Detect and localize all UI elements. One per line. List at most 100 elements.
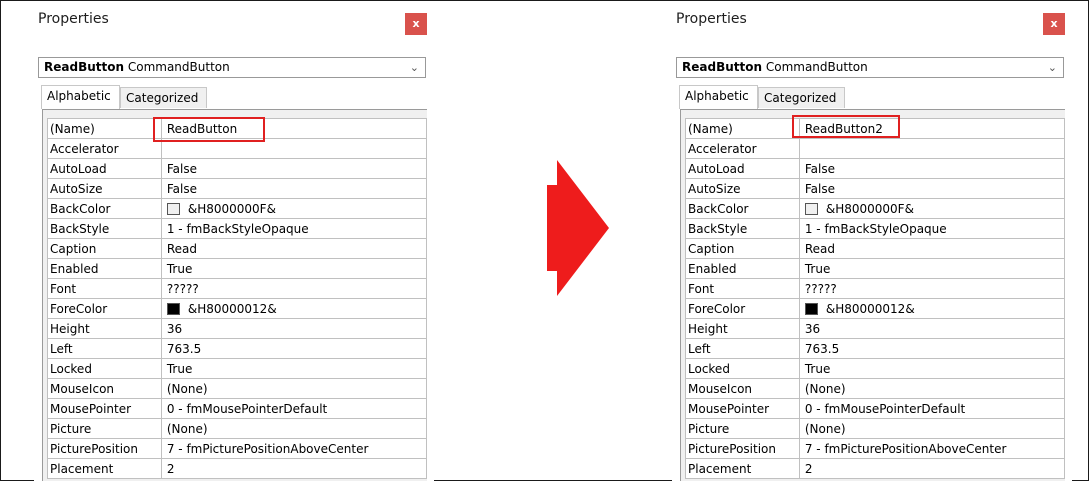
close-button[interactable]: x xyxy=(405,13,427,35)
property-row[interactable]: Locked True xyxy=(685,358,1066,379)
property-name[interactable]: Height xyxy=(47,318,162,339)
property-value[interactable]: 2 xyxy=(798,458,1066,479)
property-name[interactable]: (Name) xyxy=(685,118,800,139)
property-name[interactable]: AutoLoad xyxy=(47,158,162,179)
property-value[interactable]: 1 - fmBackStyleOpaque xyxy=(798,218,1066,239)
object-selector[interactable]: ReadButton CommandButton ⌄ xyxy=(676,57,1064,78)
property-value[interactable]: 36 xyxy=(160,318,428,339)
property-name[interactable]: BackStyle xyxy=(47,218,162,239)
property-value[interactable]: 2 xyxy=(160,458,428,479)
property-row[interactable]: Enabled True xyxy=(685,258,1066,279)
property-value[interactable]: (None) xyxy=(160,378,428,399)
property-value[interactable]: True xyxy=(160,258,428,279)
tab-alphabetic[interactable]: Alphabetic xyxy=(41,85,120,109)
property-value[interactable]: 1 - fmBackStyleOpaque xyxy=(160,218,428,239)
property-value[interactable]: True xyxy=(798,358,1066,379)
object-selector[interactable]: ReadButton CommandButton ⌄ xyxy=(38,57,426,78)
property-row[interactable]: Left 763.5 xyxy=(685,338,1066,359)
property-name[interactable]: BackStyle xyxy=(685,218,800,239)
property-value[interactable]: 7 - fmPicturePositionAboveCenter xyxy=(798,438,1066,459)
property-value[interactable]: True xyxy=(160,358,428,379)
close-button[interactable]: x xyxy=(1043,13,1065,35)
property-name[interactable]: ForeColor xyxy=(685,298,800,319)
property-row[interactable]: BackStyle 1 - fmBackStyleOpaque xyxy=(685,218,1066,239)
property-name[interactable]: BackColor xyxy=(47,198,162,219)
property-row[interactable]: ForeColor &H80000012& xyxy=(47,298,428,319)
property-name[interactable]: MousePointer xyxy=(685,398,800,419)
property-row[interactable]: Picture (None) xyxy=(47,418,428,439)
property-name[interactable]: MouseIcon xyxy=(47,378,162,399)
property-value[interactable]: &H80000012& xyxy=(798,298,1066,319)
property-row[interactable]: Height 36 xyxy=(685,318,1066,339)
property-name[interactable]: AutoSize xyxy=(47,178,162,199)
property-value[interactable] xyxy=(798,138,1066,159)
property-row[interactable]: MouseIcon (None) xyxy=(47,378,428,399)
property-value[interactable]: (None) xyxy=(798,418,1066,439)
property-value[interactable]: &H8000000F& xyxy=(160,198,428,219)
property-value[interactable]: False xyxy=(798,158,1066,179)
property-name[interactable]: Height xyxy=(685,318,800,339)
property-name[interactable]: PicturePosition xyxy=(685,438,800,459)
property-row[interactable]: BackColor &H8000000F& xyxy=(685,198,1066,219)
property-value[interactable]: 36 xyxy=(798,318,1066,339)
chevron-down-icon[interactable]: ⌄ xyxy=(410,58,419,77)
property-value[interactable]: 763.5 xyxy=(798,338,1066,359)
property-value[interactable]: 763.5 xyxy=(160,338,428,359)
property-name[interactable]: (Name) xyxy=(47,118,162,139)
property-name[interactable]: Left xyxy=(47,338,162,359)
property-name[interactable]: Font xyxy=(47,278,162,299)
property-row[interactable]: Locked True xyxy=(47,358,428,379)
property-value[interactable]: ReadButton xyxy=(160,118,428,139)
property-name[interactable]: MousePointer xyxy=(47,398,162,419)
property-row[interactable]: BackStyle 1 - fmBackStyleOpaque xyxy=(47,218,428,239)
property-value[interactable]: (None) xyxy=(160,418,428,439)
property-row[interactable]: (Name) ReadButton xyxy=(47,118,428,139)
property-name[interactable]: Accelerator xyxy=(47,138,162,159)
property-row[interactable]: Placement 2 xyxy=(47,458,428,479)
property-row[interactable]: Caption Read xyxy=(47,238,428,259)
property-row[interactable]: Accelerator xyxy=(47,138,428,159)
property-name[interactable]: Locked xyxy=(685,358,800,379)
property-row[interactable]: MousePointer 0 - fmMousePointerDefault xyxy=(685,398,1066,419)
property-name[interactable]: MouseIcon xyxy=(685,378,800,399)
property-row[interactable]: Caption Read xyxy=(685,238,1066,259)
property-row[interactable]: AutoSize False xyxy=(47,178,428,199)
property-value[interactable]: (None) xyxy=(798,378,1066,399)
property-row[interactable]: Accelerator xyxy=(685,138,1066,159)
property-row[interactable]: (Name) ReadButton2 xyxy=(685,118,1066,139)
property-value[interactable]: 0 - fmMousePointerDefault xyxy=(798,398,1066,419)
property-row[interactable]: AutoLoad False xyxy=(685,158,1066,179)
property-row[interactable]: PicturePosition 7 - fmPicturePositionAbov… xyxy=(47,438,428,459)
property-name[interactable]: Placement xyxy=(685,458,800,479)
property-value[interactable]: ????? xyxy=(798,278,1066,299)
property-row[interactable]: Font????? xyxy=(685,278,1066,299)
property-name[interactable]: Placement xyxy=(47,458,162,479)
property-name[interactable]: Picture xyxy=(685,418,800,439)
property-name[interactable]: BackColor xyxy=(685,198,800,219)
tab-categorized[interactable]: Categorized xyxy=(758,87,845,108)
property-name[interactable]: AutoLoad xyxy=(685,158,800,179)
property-row[interactable]: AutoSize False xyxy=(685,178,1066,199)
property-row[interactable]: Left 763.5 xyxy=(47,338,428,359)
property-name[interactable]: Left xyxy=(685,338,800,359)
property-name[interactable]: AutoSize xyxy=(685,178,800,199)
property-name[interactable]: Accelerator xyxy=(685,138,800,159)
property-value[interactable]: Read xyxy=(798,238,1066,259)
property-row[interactable]: BackColor &H8000000F& xyxy=(47,198,428,219)
chevron-down-icon[interactable]: ⌄ xyxy=(1048,58,1057,77)
property-value[interactable]: True xyxy=(798,258,1066,279)
property-value[interactable]: &H80000012& xyxy=(160,298,428,319)
property-value[interactable]: 0 - fmMousePointerDefault xyxy=(160,398,428,419)
property-row[interactable]: Enabled True xyxy=(47,258,428,279)
property-name[interactable]: Caption xyxy=(47,238,162,259)
tab-categorized[interactable]: Categorized xyxy=(120,87,207,108)
property-value[interactable]: False xyxy=(160,178,428,199)
property-row[interactable]: MouseIcon (None) xyxy=(685,378,1066,399)
property-row[interactable]: Height 36 xyxy=(47,318,428,339)
property-value[interactable]: 7 - fmPicturePositionAboveCenter xyxy=(160,438,428,459)
property-name[interactable]: Locked xyxy=(47,358,162,379)
property-row[interactable]: Placement 2 xyxy=(685,458,1066,479)
property-value[interactable]: ReadButton2 xyxy=(798,118,1066,139)
property-row[interactable]: Picture (None) xyxy=(685,418,1066,439)
property-name[interactable]: Enabled xyxy=(47,258,162,279)
